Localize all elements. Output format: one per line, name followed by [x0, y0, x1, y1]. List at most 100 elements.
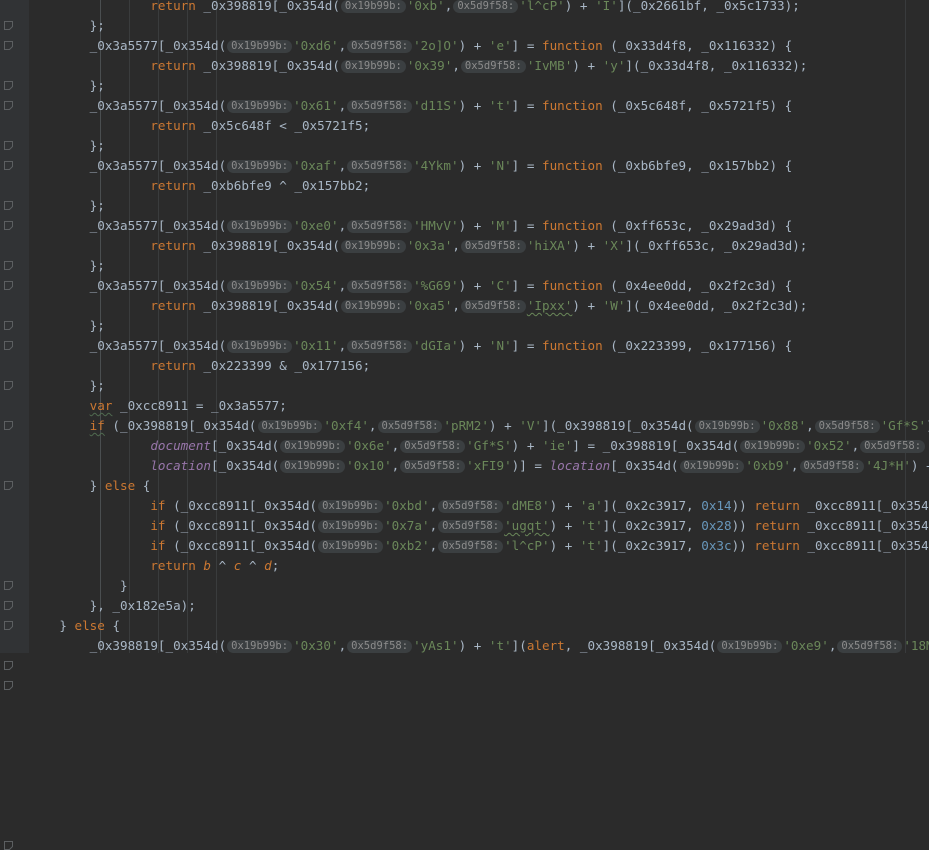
inlay-parameter-hint[interactable]: 0x5d9f58:: [347, 160, 413, 173]
inlay-parameter-hint[interactable]: 0x19b99b:: [318, 540, 384, 553]
code-line[interactable]: if (_0xcc8911[_0x354d(0x19b99b: '0xbd', 0x…: [29, 496, 929, 516]
chevron-fold-icon[interactable]: [4, 321, 13, 330]
code-line[interactable]: }, _0x182e5a);: [29, 596, 929, 616]
inlay-parameter-hint[interactable]: 0x19b99b:: [740, 440, 806, 453]
code-line[interactable]: if (_0x398819[_0x354d(0x19b99b: '0xf4', 0x…: [29, 416, 929, 436]
code-line[interactable]: } else {: [29, 616, 929, 636]
chevron-fold-icon[interactable]: [4, 341, 13, 350]
code-line[interactable]: return _0x5c648f < _0x5721f5;: [29, 116, 929, 136]
chevron-fold-icon[interactable]: [4, 21, 13, 30]
inlay-parameter-hint[interactable]: 0x5d9f58:: [347, 340, 413, 353]
code-line[interactable]: if (_0xcc8911[_0x354d(0x19b99b: '0xb2', 0x…: [29, 536, 929, 556]
inlay-parameter-hint[interactable]: 0x19b99b:: [694, 420, 760, 433]
chevron-fold-icon[interactable]: [4, 201, 13, 210]
inlay-parameter-hint[interactable]: 0x19b99b:: [227, 40, 293, 53]
code-line[interactable]: location[_0x354d(0x19b99b: '0x10', 0x5d9f5…: [29, 456, 929, 476]
code-line[interactable]: };: [29, 76, 929, 96]
chevron-fold-icon[interactable]: [4, 681, 13, 690]
code-line[interactable]: return _0x398819[_0x354d(0x19b99b: '0xb',…: [29, 0, 929, 16]
chevron-fold-icon[interactable]: [4, 621, 13, 630]
inlay-parameter-hint[interactable]: 0x19b99b:: [280, 440, 346, 453]
chevron-fold-icon[interactable]: [4, 481, 13, 490]
inlay-parameter-hint[interactable]: 0x19b99b:: [227, 100, 293, 113]
chevron-fold-icon[interactable]: [4, 141, 13, 150]
code-line[interactable]: return b ^ c ^ d;: [29, 556, 929, 576]
code-editor-window: return _0x398819[_0x354d(0x19b99b: '0xb',…: [0, 0, 929, 850]
inlay-parameter-hint[interactable]: 0x19b99b:: [227, 280, 293, 293]
inlay-parameter-hint[interactable]: 0x5d9f58:: [860, 440, 926, 453]
code-line[interactable]: _0x3a5577[_0x354d(0x19b99b: '0x54', 0x5d9f…: [29, 276, 929, 296]
chevron-fold-icon[interactable]: [4, 221, 13, 230]
code-line[interactable]: document[_0x354d(0x19b99b: '0x6e', 0x5d9f5…: [29, 436, 929, 456]
inlay-parameter-hint[interactable]: 0x19b99b:: [340, 0, 406, 13]
code-surface[interactable]: return _0x398819[_0x354d(0x19b99b: '0xb',…: [29, 0, 929, 653]
chevron-fold-icon[interactable]: [4, 281, 13, 290]
inlay-parameter-hint[interactable]: 0x19b99b:: [257, 420, 323, 433]
inlay-parameter-hint[interactable]: 0x5d9f58:: [799, 460, 865, 473]
code-line[interactable]: _0x3a5577[_0x354d(0x19b99b: '0x11', 0x5d9f…: [29, 336, 929, 356]
code-line[interactable]: _0x3a5577[_0x354d(0x19b99b: '0xe0', 0x5d9f…: [29, 216, 929, 236]
inlay-parameter-hint[interactable]: 0x5d9f58:: [438, 540, 504, 553]
inlay-parameter-hint[interactable]: 0x5d9f58:: [453, 0, 519, 13]
code-line[interactable]: };: [29, 316, 929, 336]
code-line[interactable]: _0x3a5577[_0x354d(0x19b99b: '0xd6', 0x5d9f…: [29, 36, 929, 56]
inlay-parameter-hint[interactable]: 0x19b99b:: [227, 640, 293, 653]
inlay-parameter-hint[interactable]: 0x5d9f58:: [400, 460, 466, 473]
inlay-parameter-hint[interactable]: 0x19b99b:: [340, 60, 406, 73]
chevron-fold-icon[interactable]: [4, 841, 13, 850]
chevron-fold-icon[interactable]: [4, 101, 13, 110]
inlay-parameter-hint[interactable]: 0x5d9f58:: [347, 640, 413, 653]
fold-gutter[interactable]: [0, 0, 29, 850]
inlay-parameter-hint[interactable]: 0x19b99b:: [318, 500, 384, 513]
chevron-fold-icon[interactable]: [4, 381, 13, 390]
inlay-parameter-hint[interactable]: 0x5d9f58:: [460, 240, 526, 253]
inlay-parameter-hint[interactable]: 0x5d9f58:: [438, 520, 504, 533]
chevron-fold-icon[interactable]: [4, 261, 13, 270]
inlay-parameter-hint[interactable]: 0x19b99b:: [227, 160, 293, 173]
code-line[interactable]: return _0x398819[_0x354d(0x19b99b: '0x3a'…: [29, 236, 929, 256]
chevron-fold-icon[interactable]: [4, 661, 13, 670]
inlay-parameter-hint[interactable]: 0x19b99b:: [679, 460, 745, 473]
chevron-fold-icon[interactable]: [4, 601, 13, 610]
code-line[interactable]: };: [29, 376, 929, 396]
inlay-parameter-hint[interactable]: 0x19b99b:: [227, 340, 293, 353]
inlay-parameter-hint[interactable]: 0x5d9f58:: [460, 60, 526, 73]
code-line[interactable]: if (_0xcc8911[_0x354d(0x19b99b: '0x7a', 0x…: [29, 516, 929, 536]
inlay-parameter-hint[interactable]: 0x5d9f58:: [347, 220, 413, 233]
inlay-parameter-hint[interactable]: 0x5d9f58:: [438, 500, 504, 513]
inlay-parameter-hint[interactable]: 0x5d9f58:: [460, 300, 526, 313]
code-line[interactable]: };: [29, 196, 929, 216]
inlay-parameter-hint[interactable]: 0x5d9f58:: [377, 420, 443, 433]
inlay-parameter-hint[interactable]: 0x5d9f58:: [347, 280, 413, 293]
code-line[interactable]: return _0x223399 & _0x177156;: [29, 356, 929, 376]
chevron-fold-icon[interactable]: [4, 581, 13, 590]
chevron-fold-icon[interactable]: [4, 161, 13, 170]
code-line[interactable]: var _0xcc8911 = _0x3a5577;: [29, 396, 929, 416]
inlay-parameter-hint[interactable]: 0x19b99b:: [227, 220, 293, 233]
code-line[interactable]: _0x398819[_0x354d(0x19b99b: '0x30', 0x5d9f…: [29, 636, 929, 653]
chevron-fold-icon[interactable]: [4, 41, 13, 50]
inlay-parameter-hint[interactable]: 0x19b99b:: [318, 520, 384, 533]
inlay-parameter-hint[interactable]: 0x5d9f58:: [347, 40, 413, 53]
code-line[interactable]: return _0x398819[_0x354d(0x19b99b: '0x39'…: [29, 56, 929, 76]
code-line[interactable]: return _0xb6bfe9 ^ _0x157bb2;: [29, 176, 929, 196]
code-line[interactable]: _0x3a5577[_0x354d(0x19b99b: '0x61', 0x5d9f…: [29, 96, 929, 116]
code-line[interactable]: _0x3a5577[_0x354d(0x19b99b: '0xaf', 0x5d9f…: [29, 156, 929, 176]
inlay-parameter-hint[interactable]: 0x5d9f58:: [400, 440, 466, 453]
code-line[interactable]: }: [29, 576, 929, 596]
code-line[interactable]: };: [29, 136, 929, 156]
code-line[interactable]: return _0x398819[_0x354d(0x19b99b: '0xa5'…: [29, 296, 929, 316]
inlay-parameter-hint[interactable]: 0x19b99b:: [280, 460, 346, 473]
chevron-fold-icon[interactable]: [4, 81, 13, 90]
inlay-parameter-hint[interactable]: 0x5d9f58:: [814, 420, 880, 433]
token-punc: ) + _0x35: [910, 458, 929, 473]
inlay-parameter-hint[interactable]: 0x5d9f58:: [837, 640, 903, 653]
code-line[interactable]: };: [29, 256, 929, 276]
inlay-parameter-hint[interactable]: 0x19b99b:: [717, 640, 783, 653]
inlay-parameter-hint[interactable]: 0x5d9f58:: [347, 100, 413, 113]
code-line[interactable]: } else {: [29, 476, 929, 496]
code-line[interactable]: };: [29, 16, 929, 36]
chevron-fold-icon[interactable]: [4, 421, 13, 430]
inlay-parameter-hint[interactable]: 0x19b99b:: [340, 300, 406, 313]
inlay-parameter-hint[interactable]: 0x19b99b:: [340, 240, 406, 253]
